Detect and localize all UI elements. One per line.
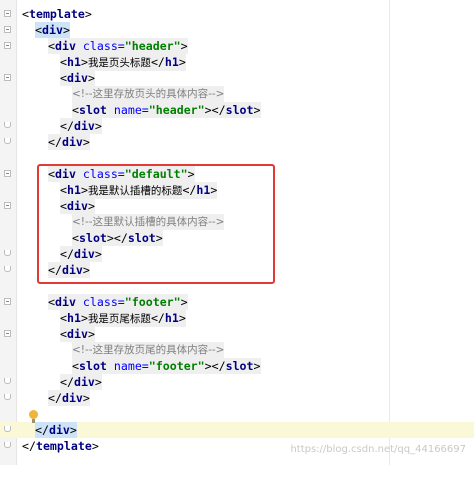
code-line-footer-comment[interactable]: <!--这里存放页尾的具体内容-->: [0, 342, 474, 358]
code-line-footer-div-close[interactable]: </div>: [0, 390, 474, 406]
code-text: </div>: [48, 262, 90, 278]
code-text: </div>: [60, 246, 102, 262]
fold-toggle-icon[interactable]: [4, 42, 11, 49]
code-line-empty[interactable]: [0, 150, 474, 166]
lightbulb-icon[interactable]: [29, 410, 38, 423]
code-line-header-div[interactable]: <div class="header">: [0, 38, 474, 54]
code-text: <slot></slot>: [72, 230, 163, 246]
code-line-default-inner-div-close[interactable]: </div>: [0, 246, 474, 262]
fold-toggle-icon[interactable]: [4, 170, 11, 177]
code-line-default-slot[interactable]: <slot></slot>: [0, 230, 474, 246]
code-text: <div class="default">: [48, 166, 195, 182]
code-text: <slot name="header"></slot>: [72, 102, 261, 118]
code-text: <div>: [60, 326, 95, 342]
code-line-footer-slot[interactable]: <slot name="footer"></slot>: [0, 358, 474, 374]
fold-end-icon[interactable]: [4, 442, 11, 448]
code-line-current[interactable]: </div>: [0, 422, 474, 438]
code-text: </div>: [35, 422, 77, 438]
code-line-default-div[interactable]: <div class="default">: [0, 166, 474, 182]
code-line-template-open[interactable]: <template>: [0, 6, 474, 22]
code-line-header-slot[interactable]: <slot name="header"></slot>: [0, 102, 474, 118]
fold-toggle-icon[interactable]: [4, 330, 11, 337]
fold-end-icon[interactable]: [4, 266, 11, 272]
code-line-default-div-close[interactable]: </div>: [0, 262, 474, 278]
fold-toggle-icon[interactable]: [4, 10, 11, 17]
code-line-div-open[interactable]: <div>: [0, 22, 474, 38]
code-line-header-inner-div[interactable]: <div>: [0, 70, 474, 86]
code-text: <h1>我是页头标题</h1>: [60, 54, 186, 71]
code-text: <div class="header">: [48, 38, 188, 54]
fold-end-icon[interactable]: [4, 122, 11, 128]
code-line-default-inner-div[interactable]: <div>: [0, 198, 474, 214]
fold-end-icon[interactable]: [4, 394, 11, 400]
code-text: <div>: [60, 70, 95, 86]
code-text: <template>: [22, 7, 92, 21]
code-text: <div class="footer">: [48, 294, 188, 310]
code-comment: <!--这里默认插槽的具体内容-->: [72, 214, 225, 230]
fold-end-icon[interactable]: [4, 378, 11, 384]
fold-toggle-icon[interactable]: [4, 298, 11, 305]
fold-end-icon[interactable]: [4, 426, 11, 432]
code-line-empty[interactable]: [0, 406, 474, 422]
watermark: https://blog.csdn.net/qq_44166697: [290, 444, 466, 455]
code-line-default-h1[interactable]: <h1>我是默认插槽的标题</h1>: [0, 182, 474, 199]
code-line-empty[interactable]: [0, 278, 474, 294]
code-text: <h1>我是默认插槽的标题</h1>: [60, 182, 218, 199]
code-line-footer-div[interactable]: <div class="footer">: [0, 294, 474, 310]
code-line-header-h1[interactable]: <h1>我是页头标题</h1>: [0, 54, 474, 71]
code-line-footer-h1[interactable]: <h1>我是页尾标题</h1>: [0, 310, 474, 327]
code-line-footer-inner-div-close[interactable]: </div>: [0, 374, 474, 390]
code-text: </template>: [22, 439, 99, 453]
code-text: <div>: [60, 198, 95, 214]
fold-toggle-icon[interactable]: [4, 74, 11, 81]
code-text: </div>: [48, 390, 90, 406]
fold-toggle-icon[interactable]: [4, 26, 11, 33]
code-line-header-comment[interactable]: <!--这里存放页头的具体内容-->: [0, 86, 474, 102]
code-line-default-comment[interactable]: <!--这里默认插槽的具体内容-->: [0, 214, 474, 230]
code-text: </div>: [60, 374, 102, 390]
code-text: </div>: [60, 118, 102, 134]
fold-end-icon[interactable]: [4, 250, 11, 256]
fold-toggle-icon[interactable]: [4, 202, 11, 209]
code-editor[interactable]: <template> <div> <div class="header"> <h…: [0, 0, 474, 465]
code-comment: <!--这里存放页头的具体内容-->: [72, 86, 225, 102]
code-line-header-div-close[interactable]: </div>: [0, 134, 474, 150]
code-text: <slot name="footer"></slot>: [72, 358, 261, 374]
code-line-header-inner-div-close[interactable]: </div>: [0, 118, 474, 134]
code-text: </div>: [48, 134, 90, 150]
code-text: <h1>我是页尾标题</h1>: [60, 310, 186, 327]
code-comment: <!--这里存放页尾的具体内容-->: [72, 342, 225, 358]
code-text: <div>: [35, 22, 70, 38]
code-line-footer-inner-div[interactable]: <div>: [0, 326, 474, 342]
fold-end-icon[interactable]: [4, 138, 11, 144]
